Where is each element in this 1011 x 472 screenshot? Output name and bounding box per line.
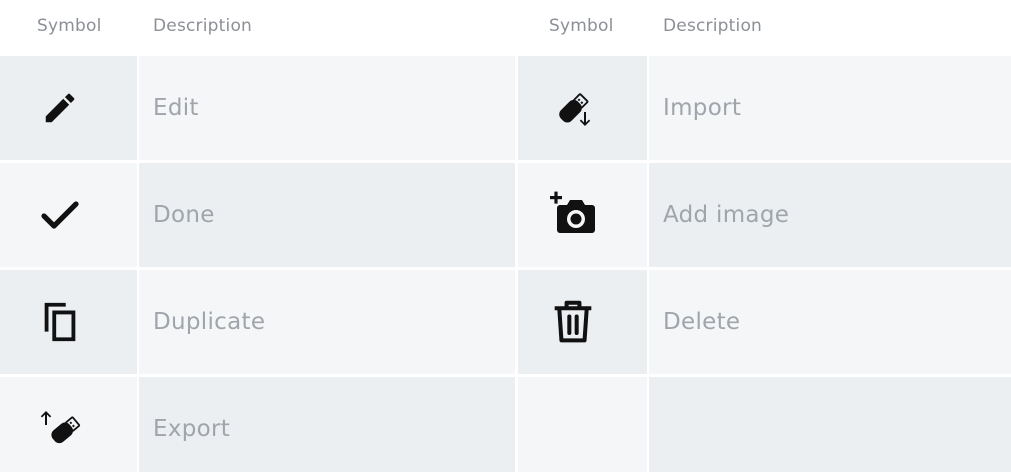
- description-cell: Done: [139, 163, 515, 267]
- symbol-column-header: Symbol: [37, 16, 102, 36]
- legend-label: Edit: [153, 95, 199, 121]
- usb-import-icon: [548, 83, 598, 133]
- description-cell: Duplicate: [139, 270, 515, 374]
- add-photo-icon: [548, 190, 598, 240]
- trash-icon: [548, 297, 598, 347]
- description-column-header: Description: [663, 16, 763, 36]
- description-column-header: Description: [153, 16, 253, 36]
- symbol-cell: [0, 56, 137, 160]
- legend-label: Done: [153, 202, 215, 228]
- legend-label: Delete: [663, 309, 741, 335]
- description-cell: Edit: [139, 56, 515, 160]
- symbol-legend: Symbol Description Edit Done Duplicate E…: [0, 0, 1011, 472]
- symbol-cell: [0, 270, 137, 374]
- legend-label: Add image: [663, 202, 790, 228]
- symbol-cell: [0, 377, 137, 472]
- legend-label: Export: [153, 416, 231, 442]
- symbol-cell: [518, 270, 647, 374]
- legend-label: Import: [663, 95, 742, 121]
- symbol-cell: [518, 163, 647, 267]
- symbol-cell: [518, 377, 647, 472]
- description-cell: Import: [649, 56, 1011, 160]
- symbol-cell: [0, 163, 137, 267]
- symbol-column-header: Symbol: [549, 16, 614, 36]
- checkmark-icon: [35, 190, 85, 240]
- description-cell: [649, 377, 1011, 472]
- copy-icon: [35, 297, 85, 347]
- usb-export-icon: [35, 404, 85, 454]
- legend-label: Duplicate: [153, 309, 266, 335]
- description-cell: Delete: [649, 270, 1011, 374]
- symbol-cell: [518, 56, 647, 160]
- pencil-icon: [35, 83, 85, 133]
- description-cell: Add image: [649, 163, 1011, 267]
- description-cell: Export: [139, 377, 515, 472]
